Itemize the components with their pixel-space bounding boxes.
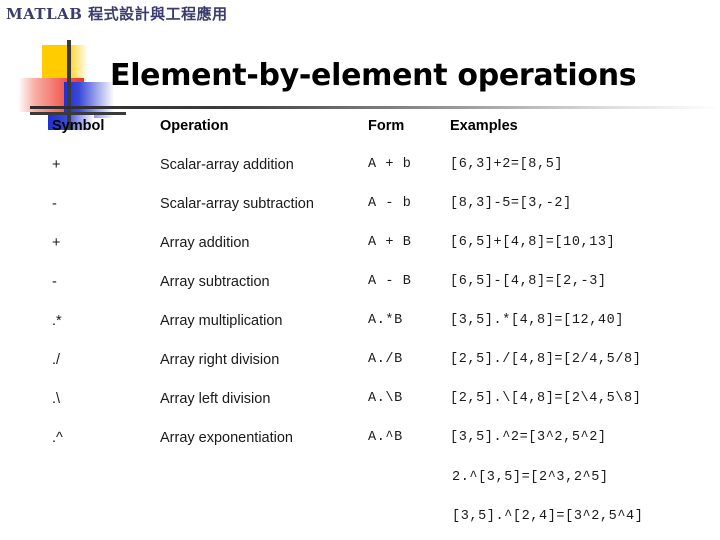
cell-operation: Array left division	[160, 391, 271, 407]
table-row: ./ Array right division A./B [2,5]./[4,8…	[0, 352, 720, 391]
page-title: Element-by-element operations	[110, 58, 637, 93]
cell-example: [6,5]+[4,8]=[10,13]	[450, 235, 616, 250]
table-row: - Scalar-array subtraction A - b [8,3]-5…	[0, 196, 720, 235]
cell-operation: Array addition	[160, 235, 250, 251]
cell-form: A.^B	[368, 430, 403, 445]
cell-symbol: -	[52, 274, 57, 290]
cell-form: A + b	[368, 157, 412, 172]
deco-horizontal-axis	[30, 112, 126, 115]
cell-operation: Array right division	[160, 352, 280, 368]
table-row: .^ Array exponentiation A.^B [3,5].^2=[3…	[0, 430, 720, 469]
cell-symbol: -	[52, 196, 57, 212]
cell-operation: Scalar-array addition	[160, 157, 294, 173]
table-row: + Scalar-array addition A + b [6,3]+2=[8…	[0, 157, 720, 196]
cell-example: [3,5].^2=[3^2,5^2]	[450, 430, 607, 445]
cell-example: [6,5]-[4,8]=[2,-3]	[450, 274, 607, 289]
title-divider	[30, 106, 720, 109]
cell-operation: Array subtraction	[160, 274, 270, 290]
table-row: - Array subtraction A - B [6,5]-[4,8]=[2…	[0, 274, 720, 313]
cell-form: A.*B	[368, 313, 403, 328]
extra-example-line: [3,5].^[2,4]=[3^2,5^4]	[452, 509, 644, 524]
cell-example: [2,5].\[4,8]=[2\4,5\8]	[450, 391, 642, 406]
table-row: + Array addition A + B [6,5]+[4,8]=[10,1…	[0, 235, 720, 274]
cell-example: [2,5]./[4,8]=[2/4,5/8]	[450, 352, 642, 367]
cell-symbol: +	[52, 157, 61, 173]
cell-form: A - b	[368, 196, 412, 211]
cell-example: [8,3]-5=[3,-2]	[450, 196, 572, 211]
cell-operation: Scalar-array subtraction	[160, 196, 314, 212]
operations-table: Symbol Operation Form Examples + Scalar-…	[0, 118, 720, 469]
table-row: .* Array multiplication A.*B [3,5].*[4,8…	[0, 313, 720, 352]
cell-symbol: .\	[52, 391, 61, 407]
cell-operation: Array exponentiation	[160, 430, 293, 446]
cell-example: [3,5].*[4,8]=[12,40]	[450, 313, 625, 328]
cell-symbol: ./	[52, 352, 61, 368]
cell-symbol: .*	[52, 313, 62, 329]
column-header-examples: Examples	[450, 118, 518, 134]
cell-operation: Array multiplication	[160, 313, 283, 329]
cell-example: [6,3]+2=[8,5]	[450, 157, 564, 172]
column-header-form: Form	[368, 118, 405, 134]
cell-form: A./B	[368, 352, 403, 367]
cell-symbol: .^	[52, 430, 63, 446]
table-row: .\ Array left division A.\B [2,5].\[4,8]…	[0, 391, 720, 430]
cell-symbol: +	[52, 235, 61, 251]
cell-form: A + B	[368, 235, 412, 250]
column-header-operation: Operation	[160, 118, 229, 134]
table-header-row: Symbol Operation Form Examples	[0, 118, 720, 157]
extra-example-line: 2.^[3,5]=[2^3,2^5]	[452, 470, 609, 485]
cell-form: A.\B	[368, 391, 403, 406]
cell-form: A - B	[368, 274, 412, 289]
column-header-symbol: Symbol	[52, 118, 105, 134]
deco-vertical-axis	[67, 40, 71, 130]
running-header: MATLAB 程式設計與工程應用	[6, 5, 228, 23]
